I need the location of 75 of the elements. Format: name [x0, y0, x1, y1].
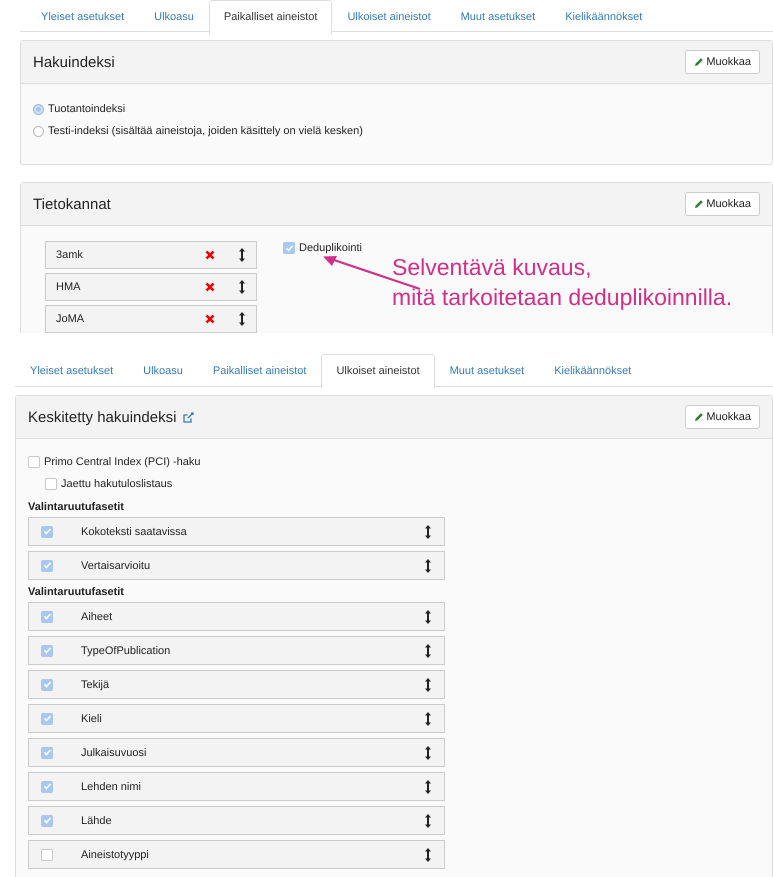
tab[interactable]: Yleiset asetukset: [26, 0, 140, 31]
edit-button[interactable]: Muokkaa: [685, 50, 760, 74]
tab[interactable]: Paikalliset aineistot: [208, 0, 332, 34]
checkbox-label: Deduplikointi: [299, 242, 362, 254]
tab[interactable]: Muut asetukset: [434, 354, 540, 386]
tab[interactable]: Paikalliset aineistot: [198, 354, 322, 386]
up-down-arrow-icon: [424, 744, 432, 760]
tab[interactable]: Ulkoiset aineistot: [332, 0, 446, 31]
up-down-arrow-icon: [424, 558, 432, 574]
facet-label: Kieli: [81, 712, 103, 724]
facet-label: Kokoteksti saatavissa: [81, 526, 188, 538]
facet-label: Aineistotyyppi: [81, 848, 150, 860]
section-heading: Valintaruutufasetit: [28, 586, 125, 598]
remove-icon: [205, 282, 215, 292]
panel-title: Tietokannat: [33, 196, 111, 212]
facet-label: Aiheet: [81, 610, 114, 622]
checkbox[interactable]: [41, 780, 53, 792]
panel-title: Hakuindeksi: [33, 54, 115, 70]
up-down-arrow-icon: [238, 279, 246, 295]
up-down-arrow-icon: [424, 846, 432, 862]
up-down-arrow-icon: [424, 812, 432, 828]
database-name: HMA: [56, 281, 82, 293]
database-name: 3amk: [56, 249, 84, 261]
up-down-arrow-icon: [424, 608, 432, 624]
tab[interactable]: Kielikäännökset: [550, 0, 658, 31]
up-down-arrow-icon: [424, 524, 432, 540]
tab[interactable]: Ulkoiset aineistot: [321, 354, 435, 388]
checkbox[interactable]: [41, 712, 53, 724]
checkbox-label: Jaettu hakutuloslistaus: [61, 478, 172, 490]
tab[interactable]: Yleiset asetukset: [15, 354, 128, 386]
checkbox[interactable]: [283, 242, 295, 254]
checkbox[interactable]: [41, 526, 53, 538]
checkbox[interactable]: [41, 678, 53, 690]
remove-icon: [205, 314, 215, 324]
checkbox[interactable]: [28, 456, 40, 468]
checkbox[interactable]: [41, 814, 53, 826]
radio-label: Tuotantoindeksi: [48, 103, 126, 115]
checkbox[interactable]: [41, 746, 53, 758]
facet-label: TypeOfPublication: [81, 644, 172, 656]
checkbox-label: Primo Central Index (PCI) -haku: [44, 456, 200, 468]
facet-label: Julkaisuvuosi: [81, 746, 148, 758]
facet-label: Vertaisarvioitu: [81, 560, 152, 572]
database-name: JoMA: [56, 313, 86, 325]
pencil-icon: [694, 199, 704, 209]
section-heading: Valintaruutufasetit: [28, 501, 125, 513]
up-down-arrow-icon: [424, 676, 432, 692]
annotation-text: Selventävä kuvaus,: [392, 253, 592, 282]
up-down-arrow-icon: [238, 311, 246, 327]
panel-title: Keskitetty hakuindeksi: [28, 408, 176, 426]
remove-icon: [205, 250, 215, 260]
checkbox[interactable]: [41, 610, 53, 622]
checkbox[interactable]: [45, 478, 57, 490]
tab[interactable]: Ulkoasu: [128, 354, 198, 386]
up-down-arrow-icon: [424, 642, 432, 658]
tab[interactable]: Ulkoasu: [139, 0, 209, 31]
facet-label: Tekijä: [81, 678, 110, 690]
external-link-icon: [183, 412, 194, 422]
up-down-arrow-icon: [238, 247, 246, 263]
tab[interactable]: Kielikäännökset: [539, 354, 646, 386]
checkbox[interactable]: [41, 644, 53, 656]
tab[interactable]: Muut asetukset: [446, 0, 550, 31]
edit-button[interactable]: Muokkaa: [685, 405, 760, 429]
up-down-arrow-icon: [424, 710, 432, 726]
radio-label: Testi-indeksi (sisältää aineistoja, joiden käsittely on vielä kesken): [48, 125, 363, 137]
checkbox[interactable]: [41, 560, 53, 572]
pencil-icon: [694, 57, 704, 67]
up-down-arrow-icon: [424, 778, 432, 794]
radio-button[interactable]: [33, 126, 44, 136]
annotation-text: mitä tarkoitetaan deduplikoinnilla.: [392, 283, 732, 312]
facet-label: Lähde: [81, 814, 113, 826]
edit-button[interactable]: Muokkaa: [685, 192, 760, 216]
facet-label: Lehden nimi: [81, 780, 142, 792]
pencil-icon: [694, 412, 704, 422]
checkbox[interactable]: [41, 848, 53, 860]
radio-button[interactable]: [33, 104, 44, 114]
